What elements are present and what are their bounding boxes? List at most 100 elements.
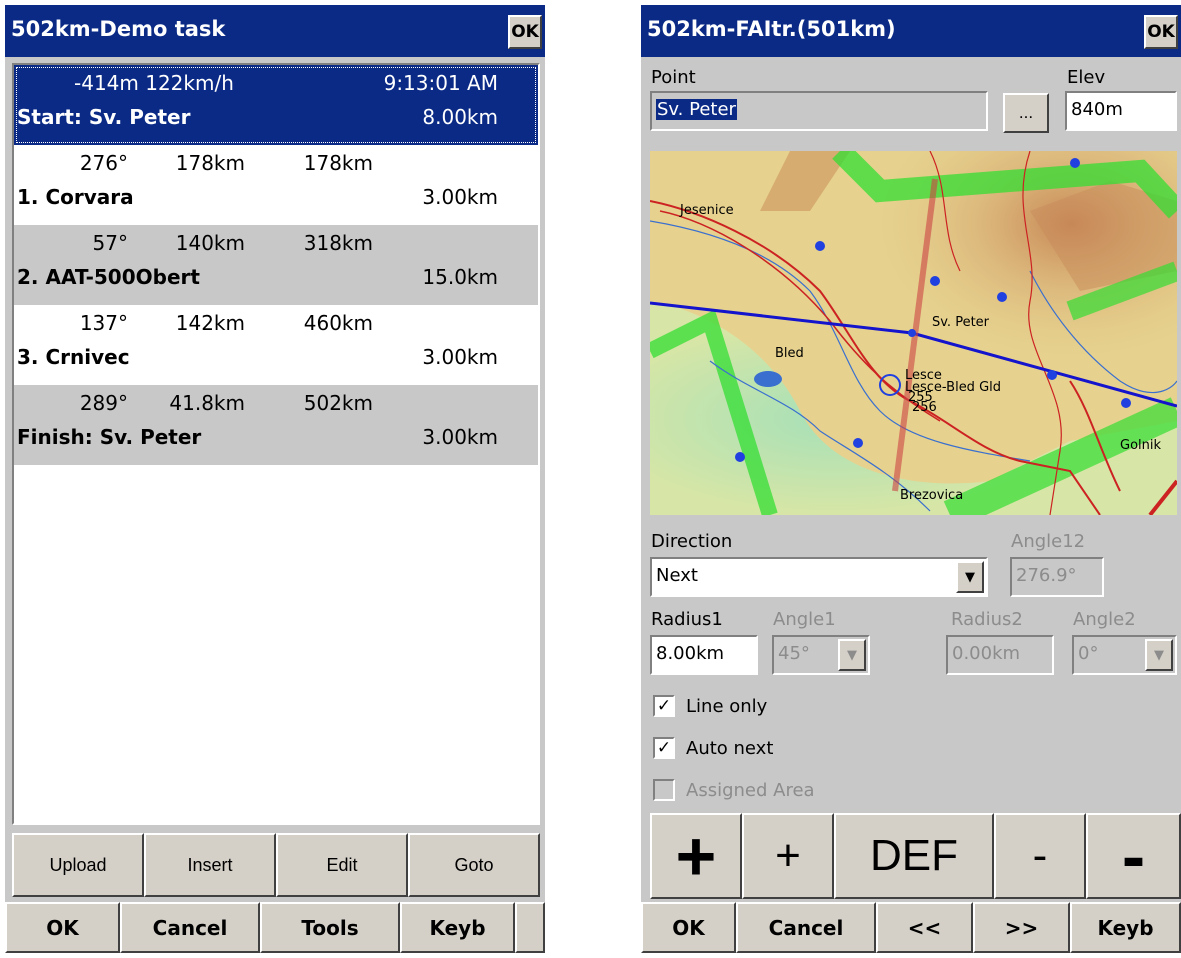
map-label-bled: Bled [775,346,804,361]
window-title: 502km-Demo task [11,17,226,41]
task-row-leg-distance: 142km [175,311,245,335]
menu-ok-button[interactable]: OK [641,902,736,953]
task-row-time: 9:13:01 AM [383,71,498,95]
waypoint-marker [853,438,863,448]
radius1-field[interactable]: 8.00km [650,635,758,675]
radius2-field: 0.00km [946,635,1054,675]
title-bar: 502km-FAItr.(501km) OK [641,5,1181,57]
task-row-name: 1. Corvara [17,185,134,209]
map-label-golnik: Golnik [1120,438,1161,453]
adjust-bar: + + DEF - - [650,813,1181,899]
menu-keyb-button[interactable]: Keyb [400,902,515,953]
task-row-distance: 3.00km [422,425,498,449]
waypoint-marker [1121,398,1131,408]
angle1-label: Angle1 [773,609,836,630]
task-row-3[interactable]: 137° 142km 460km 3. Crnivec 3.00km [14,305,538,385]
decrease-button[interactable]: - [994,813,1086,899]
task-row-altitude-speed: -414m 122km/h [74,71,234,95]
task-row-bearing: 57° [92,231,128,255]
task-row-total-distance: 460km [303,311,373,335]
menu-bar: OK Cancel Tools Keyb [5,902,545,953]
lake-bled [754,371,782,387]
menu-ok-button[interactable]: OK [5,902,120,953]
upload-button[interactable]: Upload [12,833,144,897]
assigned-area-checkbox [653,779,675,801]
task-row-start[interactable]: -414m 122km/h 9:13:01 AM Start: Sv. Pete… [14,65,538,145]
task-row-bearing: 289° [79,391,128,415]
assigned-area-label: Assigned Area [686,780,815,801]
edit-button[interactable]: Edit [276,833,408,897]
angle12-label: Angle12 [1011,531,1086,552]
big-decrease-button[interactable]: - [1086,813,1181,899]
point-field[interactable]: Sv. Peter [650,91,988,131]
task-row-bearing: 137° [79,311,128,335]
previous-button[interactable]: << [876,902,973,953]
task-row-leg-distance: 178km [175,151,245,175]
line-only-label: Line only [686,696,768,717]
radius1-label: Radius1 [651,609,723,630]
radius2-label: Radius2 [951,609,1023,630]
menu-keyb-button[interactable]: Keyb [1070,902,1181,953]
task-action-bar: Upload Insert Edit Goto [12,833,540,897]
task-row-distance: 3.00km [422,345,498,369]
task-row-distance: 8.00km [422,105,498,129]
waypoint-marker [908,329,916,337]
goto-button[interactable]: Goto [408,833,540,897]
point-label: Point [651,67,696,88]
angle2-dropdown-arrow-icon: ▼ [1145,639,1173,671]
task-list[interactable]: -414m 122km/h 9:13:01 AM Start: Sv. Pete… [12,63,540,825]
task-row-finish[interactable]: 289° 41.8km 502km Finish: Sv. Peter 3.00… [14,385,538,465]
direction-dropdown-arrow-icon[interactable]: ▼ [956,561,984,593]
menu-spacer [515,902,545,953]
menu-cancel-button[interactable]: Cancel [736,902,876,953]
map-canvas: Jesenice Sv. Peter Bled Lesce Lesce-Bled… [650,151,1177,515]
window-title: 502km-FAItr.(501km) [647,17,896,41]
waypoint-marker [735,452,745,462]
elev-field[interactable]: 840m [1065,91,1177,131]
line-only-checkbox[interactable]: ✓ [653,695,675,717]
task-row-distance: 15.0km [422,265,498,289]
elev-label: Elev [1067,67,1106,88]
point-value: Sv. Peter [656,99,737,120]
task-row-total-distance: 502km [303,391,373,415]
angle2-label: Angle2 [1073,609,1136,630]
map-label-sv-peter: Sv. Peter [932,315,990,330]
angle12-field: 276.9° [1010,557,1104,597]
waypoint-marker [815,241,825,251]
waypoint-marker [997,292,1007,302]
waypoint-marker [1047,370,1057,380]
map-label-jesenice: Jesenice [679,203,734,218]
title-ok-button[interactable]: OK [508,15,542,49]
task-row-leg-distance: 41.8km [169,391,245,415]
big-increase-button[interactable]: + [650,813,742,899]
task-row-name: Finish: Sv. Peter [17,425,202,449]
task-list-window: 502km-Demo task OK -414m 122km/h 9:13:01… [5,5,545,953]
increase-button[interactable]: + [742,813,834,899]
waypoint-window: 502km-FAItr.(501km) OK Point Sv. Peter .… [641,5,1181,953]
browse-point-button[interactable]: ... [1003,93,1049,133]
task-map[interactable]: Jesenice Sv. Peter Bled Lesce Lesce-Bled… [650,151,1177,515]
title-ok-button[interactable]: OK [1144,15,1178,49]
waypoint-marker [1070,158,1080,168]
menu-bar: OK Cancel << >> Keyb [641,902,1181,953]
menu-tools-button[interactable]: Tools [260,902,400,953]
default-button[interactable]: DEF [834,813,994,899]
title-bar: 502km-Demo task OK [5,5,545,57]
direction-select[interactable]: Next [650,557,988,597]
waypoint-marker [930,276,940,286]
task-row-name: Start: Sv. Peter [17,105,191,129]
direction-label: Direction [651,531,733,552]
task-row-name: 2. AAT-500Obert [17,265,200,289]
menu-cancel-button[interactable]: Cancel [120,902,260,953]
task-row-2[interactable]: 57° 140km 318km 2. AAT-500Obert 15.0km [14,225,538,305]
task-row-name: 3. Crnivec [17,345,130,369]
angle1-dropdown-arrow-icon: ▼ [838,639,866,671]
insert-button[interactable]: Insert [144,833,276,897]
next-button[interactable]: >> [973,902,1070,953]
task-row-1[interactable]: 276° 178km 178km 1. Corvara 3.00km [14,145,538,225]
task-row-distance: 3.00km [422,185,498,209]
task-row-total-distance: 318km [303,231,373,255]
auto-next-checkbox[interactable]: ✓ [653,737,675,759]
map-label-brezovica: Brezovica [900,488,963,503]
task-row-leg-distance: 140km [175,231,245,255]
